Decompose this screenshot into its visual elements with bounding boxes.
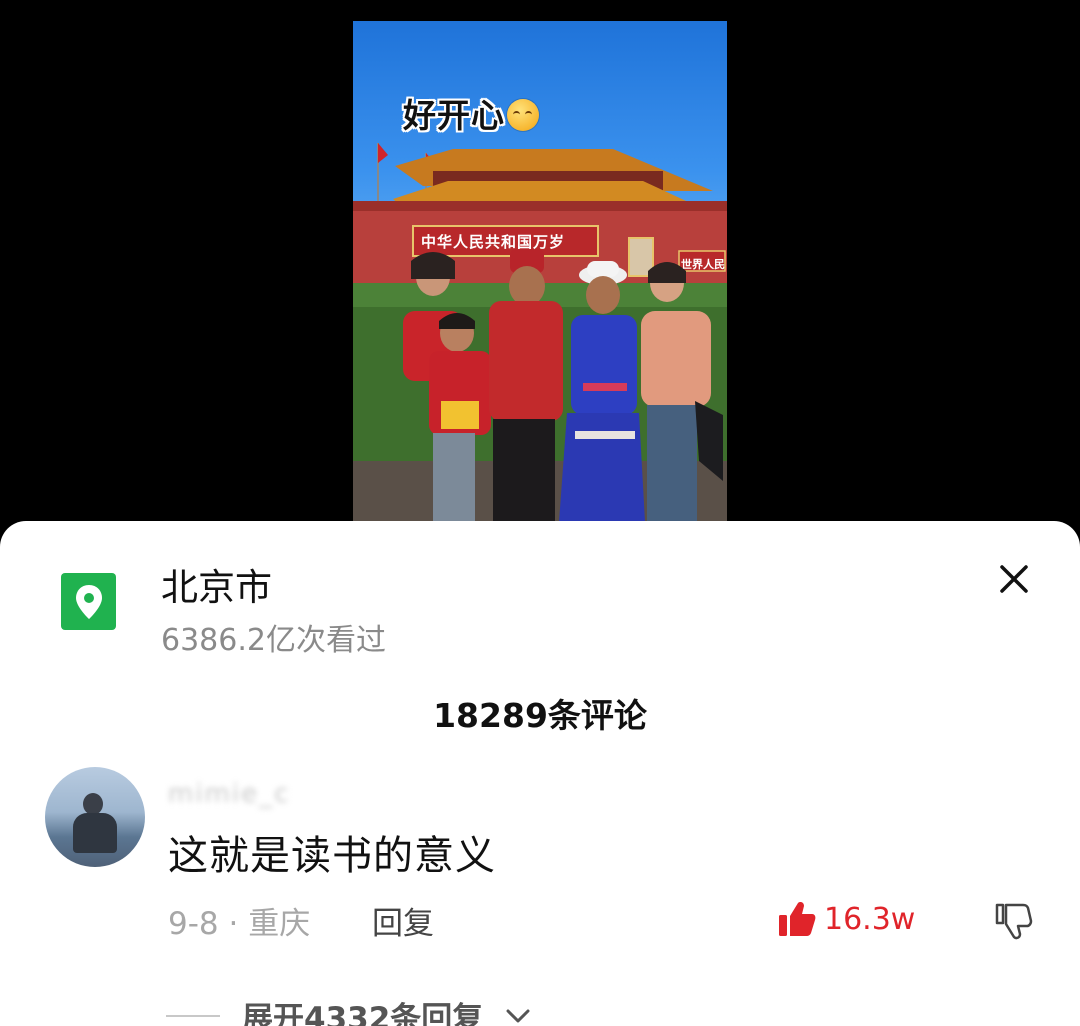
close-button[interactable] <box>994 559 1034 599</box>
like-count: 16.3w <box>824 901 916 937</box>
comment-username[interactable]: mimie_c <box>168 779 290 809</box>
avatar[interactable] <box>45 767 145 867</box>
expand-replies-button[interactable]: 展开4332条回复 <box>166 993 531 1026</box>
location-title[interactable]: 北京市 <box>161 557 272 611</box>
chevron-down-icon <box>506 1009 530 1022</box>
location-comment-sheet: 北京市 6386.2亿次看过 18289条评论 mimie_c 这就是读书的意义… <box>0 521 1080 1026</box>
location-pin-glyph <box>75 584 102 619</box>
thumbs-up-icon <box>779 902 816 936</box>
video-caption-text: 好开心 <box>403 96 505 135</box>
comment-date-location: 9-8 · 重庆 <box>168 906 311 942</box>
banner-right-text: 世界人民 <box>681 258 725 271</box>
close-icon <box>1000 565 1028 593</box>
location-view-count: 6386.2亿次看过 <box>161 623 386 658</box>
comment-count-header: 18289条评论 <box>433 696 647 735</box>
divider-line <box>166 1014 220 1017</box>
thumbs-down-icon <box>995 903 1033 940</box>
banner-left-text: 中华人民共和国万岁 <box>421 233 566 251</box>
dislike-button[interactable] <box>993 901 1033 941</box>
comment-text: 这就是读书的意义 <box>168 833 496 879</box>
like-button[interactable]: 16.3w <box>778 899 915 939</box>
screen: 好开心 中华人民共和国万岁 世界人民 北京市 6386.2亿次看过 18289条… <box>0 0 1080 1026</box>
relieved-face-emoji-icon <box>507 99 539 131</box>
video-player[interactable]: 好开心 中华人民共和国万岁 世界人民 <box>353 21 727 522</box>
expand-replies-label: 展开4332条回复 <box>242 1001 484 1026</box>
video-caption: 好开心 <box>403 89 539 137</box>
reply-button[interactable]: 回复 <box>372 898 434 943</box>
location-pin-icon <box>61 573 116 630</box>
